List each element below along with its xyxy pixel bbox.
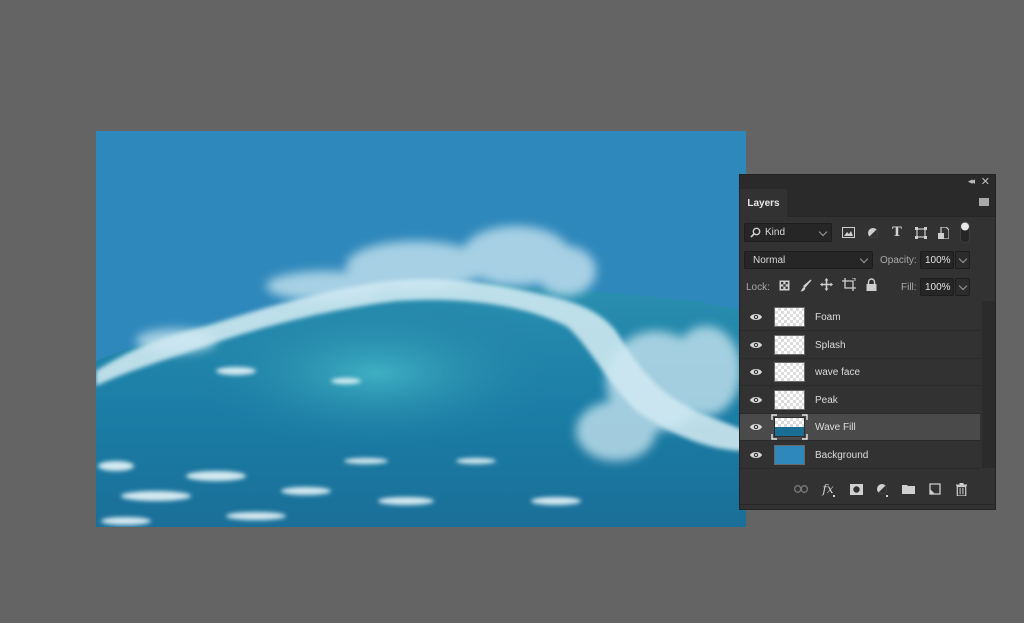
layer-mask-icon[interactable] xyxy=(848,482,864,496)
blend-mode-dropdown[interactable]: Normal xyxy=(744,251,873,269)
chevron-down-icon xyxy=(818,227,828,236)
visibility-eye-icon[interactable] xyxy=(750,422,762,432)
link-layers-icon[interactable] xyxy=(793,482,809,496)
fill-dropdown-button[interactable] xyxy=(955,278,970,296)
trash-icon[interactable] xyxy=(953,482,969,496)
smart-object-filter-icon[interactable] xyxy=(937,226,950,239)
blend-mode-value: Normal xyxy=(753,254,786,266)
opacity-label: Opacity: xyxy=(880,255,917,266)
layer-row[interactable]: Splash xyxy=(740,332,980,359)
layer-name: Foam xyxy=(815,312,841,323)
filter-kind-dropdown[interactable]: Kind xyxy=(744,223,832,242)
lock-image-pixels-icon[interactable] xyxy=(799,278,812,292)
visibility-eye-icon[interactable] xyxy=(750,450,762,460)
wave-image xyxy=(96,226,746,527)
layer-name: Background xyxy=(815,449,869,461)
lock-transparent-pixels-icon[interactable] xyxy=(778,279,790,291)
layer-name: Splash xyxy=(815,339,846,351)
panel-divider xyxy=(740,504,995,505)
shape-filter-icon[interactable] xyxy=(914,226,927,239)
visibility-eye-icon[interactable] xyxy=(750,312,762,322)
opacity-dropdown-button[interactable] xyxy=(955,251,970,269)
fx-label: fx xyxy=(822,482,834,496)
search-icon xyxy=(750,227,761,238)
layer-row[interactable]: wave face xyxy=(740,359,980,386)
panel-tab-bar: Layers xyxy=(740,189,995,217)
opacity-input[interactable]: 100% xyxy=(920,251,954,269)
filter-toggle-switch[interactable] xyxy=(960,221,970,243)
fx-icon[interactable]: fx xyxy=(820,482,836,497)
layer-thumbnail[interactable] xyxy=(774,389,805,410)
layer-row[interactable]: Background xyxy=(740,442,980,469)
layers-list: Foam Splash wave face Peak Wave Fill Backgrou… xyxy=(740,301,982,469)
fill-input[interactable]: 100% xyxy=(920,278,954,296)
close-icon[interactable]: ✕ xyxy=(981,175,990,188)
double-chevron-left-icon[interactable]: ◂◂ xyxy=(968,176,975,187)
layers-footer-toolbar: fx xyxy=(740,475,995,503)
lock-position-icon[interactable] xyxy=(820,278,833,291)
panel-menu-icon[interactable] xyxy=(979,198,989,206)
layer-thumbnail[interactable] xyxy=(774,417,805,437)
visibility-eye-icon[interactable] xyxy=(750,340,762,350)
type-filter-icon[interactable]: T xyxy=(890,225,904,240)
lock-all-icon[interactable] xyxy=(865,278,877,291)
layer-thumbnail[interactable] xyxy=(774,334,805,355)
lock-label: Lock: xyxy=(746,282,770,293)
tab-layers[interactable]: Layers xyxy=(740,189,787,217)
group-folder-icon[interactable] xyxy=(900,482,916,496)
layer-name: Wave Fill xyxy=(815,422,856,433)
layers-panel: ◂◂ ✕ Layers Kind T Normal Opacity: 100% … xyxy=(739,174,996,510)
adjustment-filter-icon[interactable] xyxy=(866,226,879,239)
panel-title-bar[interactable]: ◂◂ ✕ xyxy=(740,175,995,189)
layer-row[interactable]: Wave Fill xyxy=(740,414,980,441)
layer-thumbnail[interactable] xyxy=(774,362,805,382)
layer-row[interactable]: Foam xyxy=(740,304,980,331)
chevron-down-icon xyxy=(958,254,967,264)
layers-scrollbar[interactable] xyxy=(982,301,995,468)
visibility-eye-icon[interactable] xyxy=(750,395,762,405)
chevron-down-icon xyxy=(958,281,967,291)
visibility-eye-icon[interactable] xyxy=(750,367,762,377)
document-canvas[interactable] xyxy=(96,131,746,527)
image-filter-icon[interactable] xyxy=(841,226,855,239)
new-layer-icon[interactable] xyxy=(927,482,943,496)
chevron-down-icon xyxy=(859,254,869,264)
filter-kind-label: Kind xyxy=(765,227,786,238)
layer-thumbnail[interactable] xyxy=(774,307,805,327)
layer-thumbnail[interactable] xyxy=(774,444,805,465)
adjustment-layer-icon[interactable] xyxy=(874,482,890,497)
layer-name: Peak xyxy=(815,394,838,406)
fill-label: Fill: xyxy=(901,282,917,293)
layer-name: wave face xyxy=(815,367,861,378)
lock-artboard-icon[interactable] xyxy=(842,278,856,291)
layer-row[interactable]: Peak xyxy=(740,387,980,414)
